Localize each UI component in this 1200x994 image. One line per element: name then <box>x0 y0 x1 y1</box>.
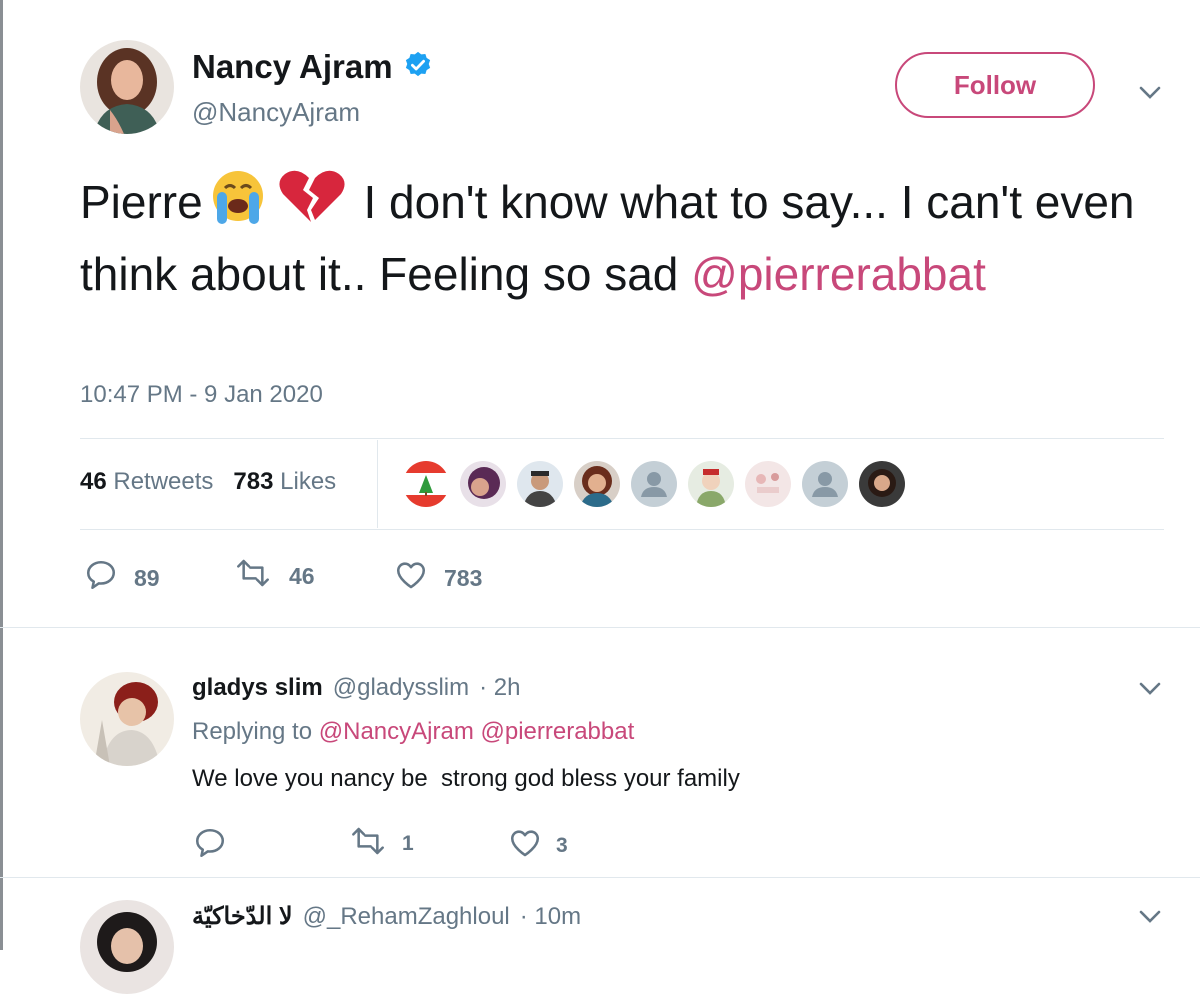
retweet-count: 46 <box>289 562 315 589</box>
reply-like-count: 3 <box>556 834 568 857</box>
reply-icon <box>193 826 227 866</box>
reply-retweet-action[interactable]: 1 <box>348 826 414 862</box>
retweet-icon <box>233 558 273 594</box>
likes-stat[interactable]: 783 Likes <box>233 468 336 496</box>
reply-header: لا الدّخاكيّة @_RehamZaghloul · 10m <box>192 902 581 931</box>
heart-icon <box>394 558 428 598</box>
author-handle[interactable]: @NancyAjram <box>192 97 360 128</box>
liker-avatar[interactable] <box>859 461 905 507</box>
default-avatar[interactable] <box>802 461 848 507</box>
broken-heart-emoji <box>273 168 351 242</box>
reply-text: We love you nancy be strong god bless yo… <box>192 765 740 792</box>
engagement-stats: 46 Retweets 783 Likes <box>80 468 336 496</box>
default-avatar[interactable] <box>631 461 677 507</box>
reply-action[interactable]: 89 <box>84 558 160 598</box>
liker-avatar[interactable] <box>403 461 449 507</box>
reply-author-name[interactable]: لا الدّخاكيّة <box>192 902 293 931</box>
divider <box>80 529 1164 530</box>
retweet-icon <box>348 826 388 862</box>
liker-avatar[interactable] <box>688 461 734 507</box>
tweet-text: Pierre I don't know what to say... I can… <box>80 168 1170 306</box>
reply-time[interactable]: · 2h <box>479 674 520 702</box>
reply-author-name[interactable]: gladys slim <box>192 674 323 702</box>
reply-like-action[interactable]: 3 <box>508 826 568 866</box>
follow-button[interactable]: Follow <box>895 52 1095 118</box>
divider <box>80 438 1164 439</box>
window-edge <box>0 0 3 950</box>
liker-avatar[interactable] <box>574 461 620 507</box>
tweet-timestamp[interactable]: 10:47 PM - 9 Jan 2020 <box>80 381 323 409</box>
replying-label: Replying to <box>192 718 313 745</box>
mention-link[interactable]: @pierrerabbat <box>691 248 986 300</box>
divider <box>377 440 378 528</box>
reply-header: gladys slim @gladysslim · 2h <box>192 674 521 702</box>
retweets-stat[interactable]: 46 Retweets <box>80 468 213 496</box>
reply-count: 89 <box>134 564 160 591</box>
retweet-action[interactable]: 46 <box>233 558 315 594</box>
author-name[interactable]: Nancy Ajram <box>192 48 393 86</box>
replying-to-mentions[interactable]: @NancyAjram @pierrerabbat <box>319 718 635 745</box>
divider <box>0 877 1200 878</box>
author-avatar[interactable] <box>80 40 174 134</box>
heart-icon <box>508 826 542 866</box>
liker-avatar[interactable] <box>460 461 506 507</box>
like-action[interactable]: 783 <box>394 558 482 598</box>
likers-avatars <box>403 461 905 507</box>
reply-icon <box>84 558 118 598</box>
reply-avatar[interactable] <box>80 672 174 766</box>
reply-reply-action[interactable] <box>193 826 241 866</box>
reply-retweet-count: 1 <box>402 832 414 855</box>
tweet-text-part1: Pierre <box>80 176 203 228</box>
author-name-row: Nancy Ajram <box>192 48 433 86</box>
verified-badge-icon <box>403 50 433 85</box>
chevron-down-icon[interactable] <box>1136 902 1164 930</box>
crying-face-emoji <box>203 168 273 242</box>
liker-avatar[interactable] <box>745 461 791 507</box>
reply-author-handle[interactable]: @_RehamZaghloul <box>303 903 510 931</box>
liker-avatar[interactable] <box>517 461 563 507</box>
chevron-down-icon[interactable] <box>1136 78 1164 106</box>
like-count: 783 <box>444 564 483 591</box>
divider <box>0 627 1200 628</box>
reply-avatar[interactable] <box>80 900 174 994</box>
reply-time[interactable]: · 10m <box>520 903 581 931</box>
chevron-down-icon[interactable] <box>1136 674 1164 702</box>
reply-author-handle[interactable]: @gladysslim <box>333 674 469 702</box>
replying-to: Replying to @NancyAjram @pierrerabbat <box>192 718 634 746</box>
